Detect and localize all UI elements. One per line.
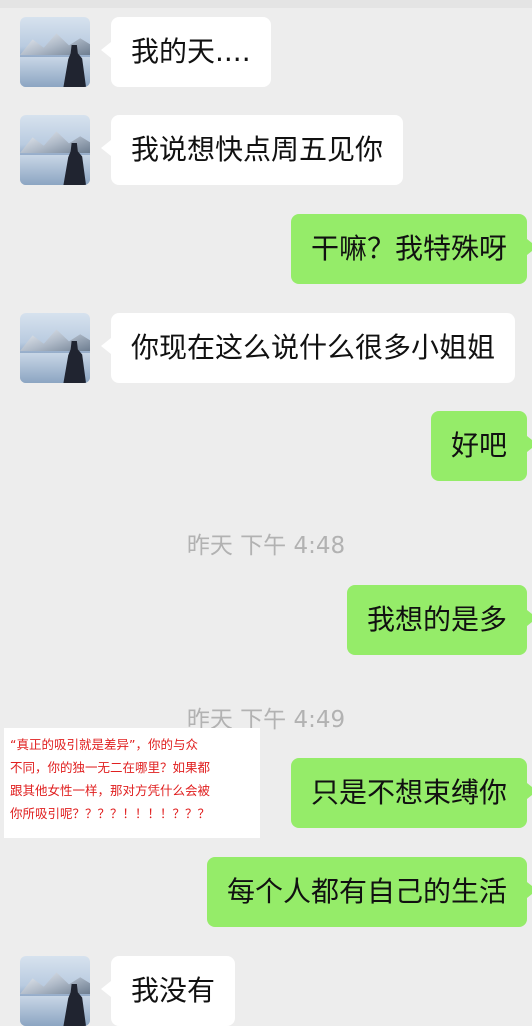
avatar[interactable] [20, 17, 90, 87]
annotation-line: 跟其他女性一样，那对方凭什么会被 [10, 783, 211, 798]
received-message-bubble[interactable]: 你现在这么说什么很多小姐姐 [100, 313, 516, 383]
annotation-line: “真正的吸引就是差异”，你的与众 [10, 737, 198, 752]
annotation-line: 你所吸引呢？？？？！！！！？？？ [10, 806, 211, 821]
received-message-bubble[interactable]: 我说想快点周五见你 [100, 115, 404, 185]
avatar[interactable] [20, 956, 90, 1026]
sent-message-bubble[interactable]: 干嘛？我特殊呀 [290, 214, 532, 284]
avatar[interactable] [20, 115, 90, 185]
annotation-note: “真正的吸引就是差异”，你的与众 不同，你的独一无二在哪里？如果都 跟其他女性一… [4, 728, 260, 838]
sent-message-bubble[interactable]: 每个人都有自己的生活 [206, 857, 532, 927]
sent-message-bubble[interactable]: 好吧 [430, 411, 532, 481]
received-message-bubble[interactable]: 我没有 [100, 956, 236, 1026]
top-divider [0, 0, 532, 8]
annotation-line: 不同，你的独一无二在哪里？如果都 [10, 760, 211, 775]
sent-message-bubble[interactable]: 只是不想束缚你 [290, 758, 532, 828]
timestamp: 昨天 下午 4:48 [186, 533, 346, 559]
sent-message-bubble[interactable]: 我想的是多 [346, 585, 532, 655]
received-message-bubble[interactable]: 我的天.... [101, 17, 271, 87]
avatar[interactable] [20, 313, 90, 383]
